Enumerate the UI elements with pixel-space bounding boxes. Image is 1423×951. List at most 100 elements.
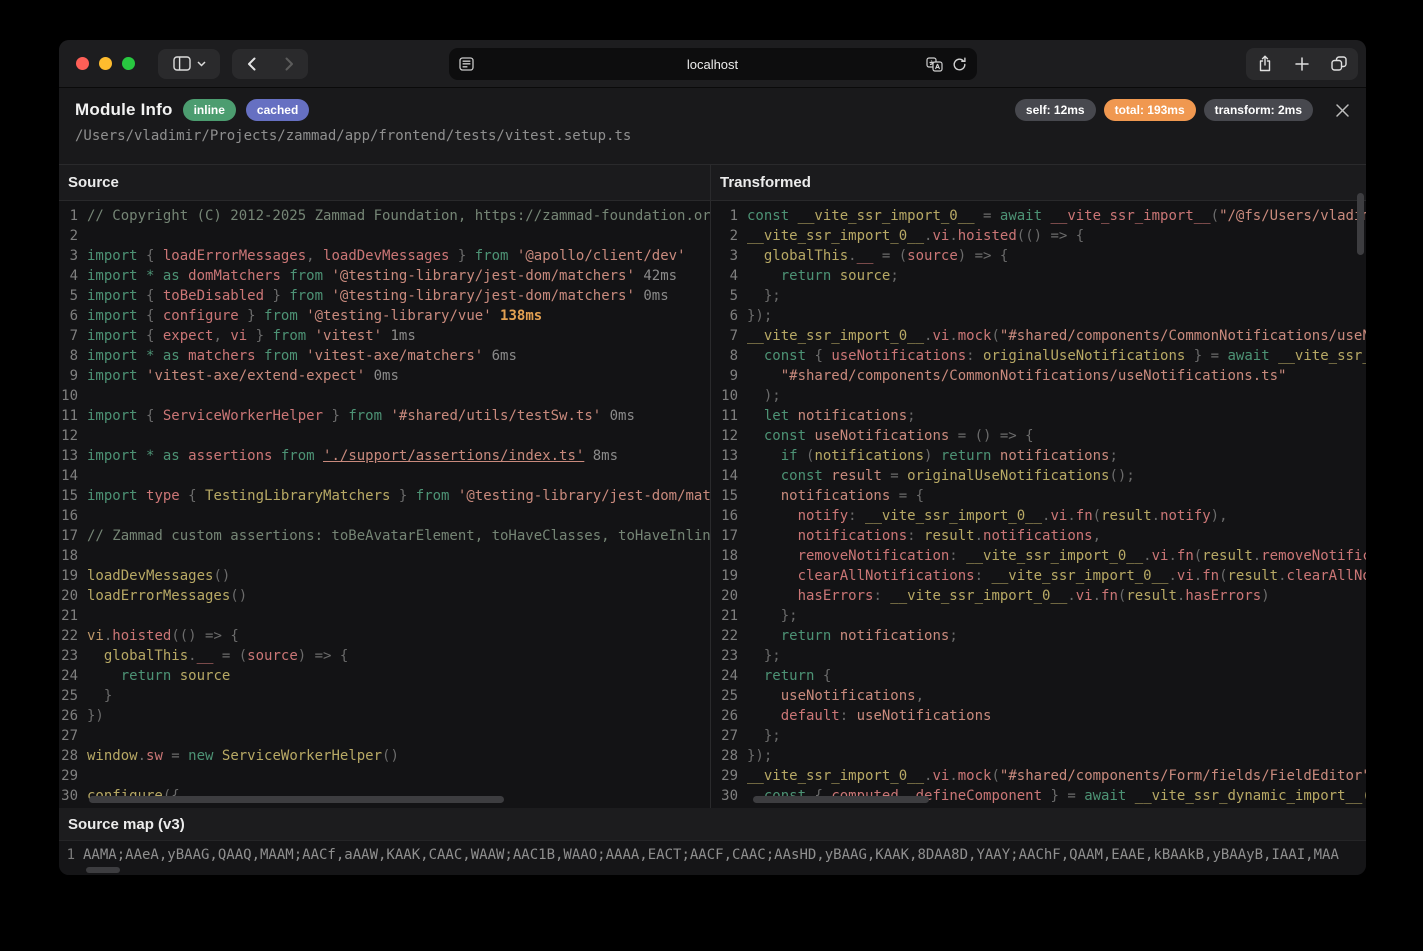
transformed-panel-title: Transformed — [711, 165, 1366, 201]
transformed-code: 1const __vite_ssr_import_0__ = await __v… — [711, 201, 1366, 806]
line-number: 19 — [59, 566, 87, 586]
code-line: 12 const useNotifications = () => { — [711, 426, 1366, 446]
line-number: 22 — [711, 626, 747, 646]
sourcemap-horizontal-scrollbar[interactable] — [86, 867, 120, 873]
code-line: 17 notifications: result.notifications, — [711, 526, 1366, 546]
sourcemap-mappings: AAMA;AAeA,yBAAG,QAAQ,MAAM;AACf,aAAW,KAAK… — [83, 847, 1366, 863]
code-line: 13 if (notifications) return notificatio… — [711, 446, 1366, 466]
code-line: 25 useNotifications, — [711, 686, 1366, 706]
line-number: 24 — [59, 666, 87, 686]
close-window-button[interactable] — [76, 57, 89, 70]
line-number: 2 — [711, 226, 747, 246]
line-number: 5 — [711, 286, 747, 306]
code-line: 2 — [59, 226, 710, 246]
address-bar[interactable]: localhost — [449, 48, 977, 80]
code-line: 9import 'vitest-axe/extend-expect' 0ms — [59, 366, 710, 386]
line-number: 23 — [711, 646, 747, 666]
line-number: 11 — [59, 406, 87, 426]
line-number: 6 — [711, 306, 747, 326]
tab-overview-icon[interactable] — [1321, 56, 1358, 71]
line-number: 18 — [59, 546, 87, 566]
forward-button[interactable] — [270, 49, 308, 79]
sidebar-toggle-button[interactable] — [158, 49, 220, 79]
line-number: 3 — [711, 246, 747, 266]
line-number: 1 — [711, 206, 747, 226]
code-line: 20 hasErrors: __vite_ssr_import_0__.vi.f… — [711, 586, 1366, 606]
line-number: 8 — [59, 346, 87, 366]
code-line: 22 return notifications; — [711, 626, 1366, 646]
line-number: 19 — [711, 566, 747, 586]
code-line: 18 — [59, 546, 710, 566]
line-number: 4 — [711, 266, 747, 286]
reload-icon[interactable] — [952, 57, 967, 72]
total-time-badge: total: 193ms — [1104, 99, 1196, 121]
code-line: 11import { ServiceWorkerHelper } from '#… — [59, 406, 710, 426]
line-number: 22 — [59, 626, 87, 646]
code-line: 19 clearAllNotifications: __vite_ssr_imp… — [711, 566, 1366, 586]
share-button[interactable] — [1246, 55, 1283, 72]
line-number: 25 — [711, 686, 747, 706]
browser-toolbar: localhost — [59, 40, 1366, 88]
code-line: 21 }; — [711, 606, 1366, 626]
sourcemap-title: Source map (v3) — [59, 808, 1366, 841]
line-number: 29 — [59, 766, 87, 786]
chevron-down-icon — [197, 61, 206, 67]
line-number: 1 — [59, 206, 87, 226]
sourcemap-line-number: 1 — [59, 847, 83, 863]
line-number: 13 — [59, 446, 87, 466]
code-line: 17// Zammad custom assertions: toBeAvata… — [59, 526, 710, 546]
minimize-window-button[interactable] — [99, 57, 112, 70]
code-line: 26 default: useNotifications — [711, 706, 1366, 726]
code-line: 21 — [59, 606, 710, 626]
code-line: 29__vite_ssr_import_0__.vi.mock("#shared… — [711, 766, 1366, 786]
new-tab-button[interactable] — [1283, 57, 1320, 71]
line-number: 26 — [59, 706, 87, 726]
code-line: 6import { configure } from '@testing-lib… — [59, 306, 710, 326]
page-title: Module Info — [75, 100, 173, 120]
code-line: 1// Copyright (C) 2012-2025 Zammad Found… — [59, 206, 710, 226]
code-line: 23 }; — [711, 646, 1366, 666]
code-line: 14 const result = originalUseNotificatio… — [711, 466, 1366, 486]
code-line: 9 "#shared/components/CommonNotification… — [711, 366, 1366, 386]
inline-badge: inline — [183, 99, 236, 121]
sourcemap-section: Source map (v3) 1 AAMA;AAeA,yBAAG,QAAQ,M… — [59, 808, 1366, 875]
transformed-vertical-scrollbar[interactable] — [1357, 193, 1364, 255]
code-line: 7__vite_ssr_import_0__.vi.mock("#shared/… — [711, 326, 1366, 346]
back-button[interactable] — [232, 49, 270, 79]
code-line: 2__vite_ssr_import_0__.vi.hoisted(() => … — [711, 226, 1366, 246]
line-number: 11 — [711, 406, 747, 426]
code-line: 6}); — [711, 306, 1366, 326]
zoom-window-button[interactable] — [122, 57, 135, 70]
line-number: 17 — [59, 526, 87, 546]
code-line: 24 return source — [59, 666, 710, 686]
code-line: 8import * as matchers from 'vitest-axe/m… — [59, 346, 710, 366]
code-line: 15 notifications = { — [711, 486, 1366, 506]
code-line: 3 globalThis.__ = (source) => { — [711, 246, 1366, 266]
code-line: 4import * as domMatchers from '@testing-… — [59, 266, 710, 286]
line-number: 21 — [711, 606, 747, 626]
module-link[interactable]: './support/assertions/index.ts' — [323, 448, 584, 464]
line-number: 4 — [59, 266, 87, 286]
source-code: 1// Copyright (C) 2012-2025 Zammad Found… — [59, 201, 710, 806]
close-icon[interactable] — [1335, 103, 1350, 118]
line-number: 28 — [711, 746, 747, 766]
code-line: 25 } — [59, 686, 710, 706]
code-line: 19loadDevMessages() — [59, 566, 710, 586]
code-line: 5import { toBeDisabled } from '@testing-… — [59, 286, 710, 306]
code-line: 16 notify: __vite_ssr_import_0__.vi.fn(r… — [711, 506, 1366, 526]
line-number: 21 — [59, 606, 87, 626]
transformed-horizontal-scrollbar[interactable] — [753, 796, 929, 803]
line-number: 14 — [59, 466, 87, 486]
line-number: 30 — [711, 786, 747, 806]
line-number: 13 — [711, 446, 747, 466]
url-text: localhost — [449, 57, 977, 72]
code-line: 8 const { useNotifications: originalUseN… — [711, 346, 1366, 366]
code-line: 29 — [59, 766, 710, 786]
code-line: 28window.sw = new ServiceWorkerHelper() — [59, 746, 710, 766]
line-number: 3 — [59, 246, 87, 266]
source-horizontal-scrollbar[interactable] — [89, 796, 504, 803]
line-number: 10 — [59, 386, 87, 406]
translate-icon[interactable] — [926, 57, 943, 72]
nav-buttons — [232, 49, 308, 79]
code-line: 11 let notifications; — [711, 406, 1366, 426]
